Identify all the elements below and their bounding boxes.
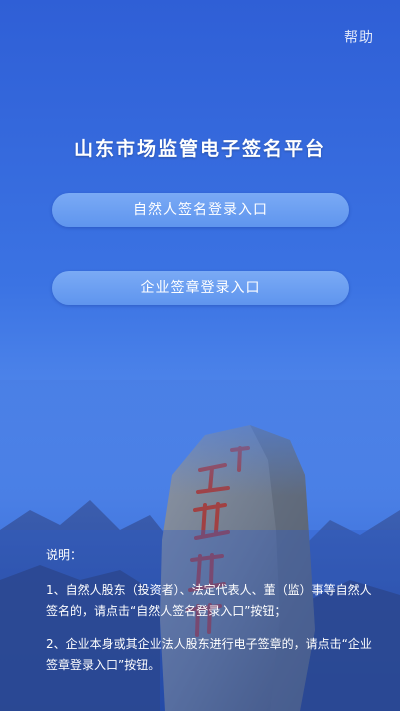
company-login-button[interactable]: 企业签章登录入口 (52, 271, 349, 305)
instruction-item-1: 1、自然人股东（投资者）、法定代表人、董（监）事等自然人签名的，请点击“自然人签… (46, 583, 372, 618)
login-page: 帮助 山东市场监管电子签名平台 自然人签名登录入口 企业签章登录入口 说明： 1… (0, 0, 400, 711)
instructions-panel: 说明： 1、自然人股东（投资者）、法定代表人、董（监）事等自然人签名的，请点击“… (46, 545, 376, 688)
instruction-item-2: 2、企业本身或其企业法人股东进行电子签章的，请点击“企业签章登录入口”按钮。 (46, 637, 372, 672)
person-login-button[interactable]: 自然人签名登录入口 (52, 193, 349, 227)
page-title: 山东市场监管电子签名平台 (73, 138, 326, 160)
help-link[interactable]: 帮助 (344, 27, 374, 47)
instructions-heading: 说明： (46, 548, 83, 562)
